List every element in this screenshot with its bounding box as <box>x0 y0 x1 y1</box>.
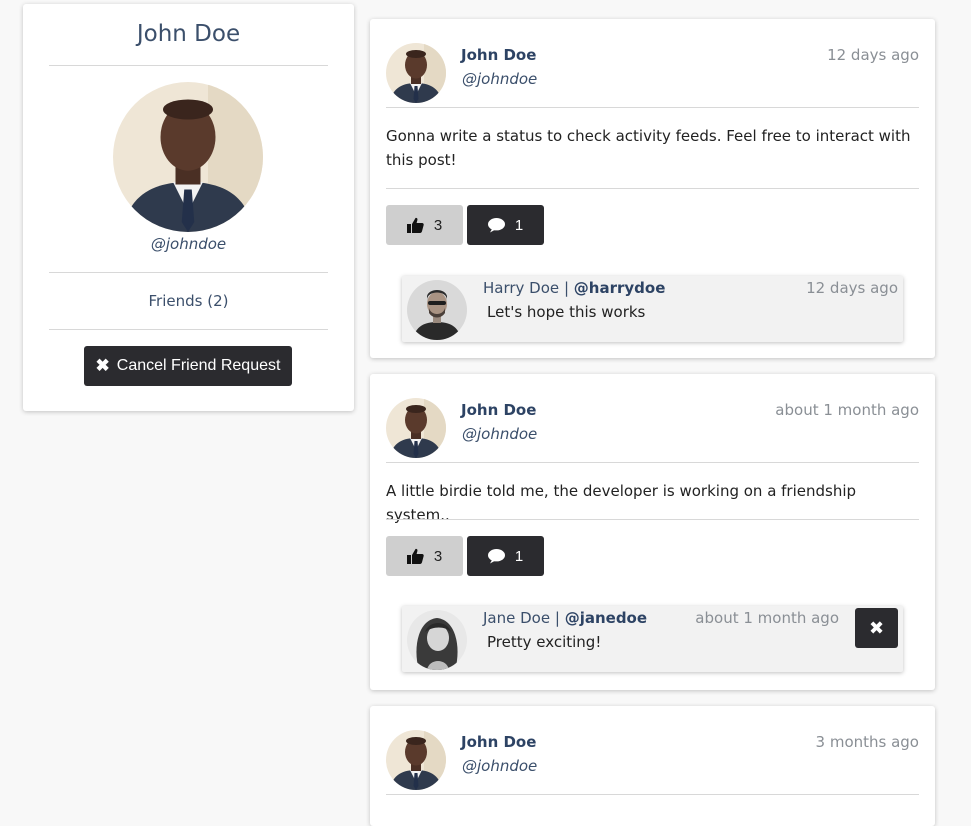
divider <box>49 65 328 66</box>
times-icon: ✖ <box>95 356 110 375</box>
post-card: John Doe @johndoe 3 months ago <box>370 706 935 826</box>
post-body: Gonna write a status to check activity f… <box>386 127 911 169</box>
divider <box>386 462 919 463</box>
comment-button[interactable]: 1 <box>467 536 544 576</box>
post-author-avatar[interactable] <box>386 398 446 458</box>
name-separator: | <box>554 609 560 627</box>
comment-timestamp: 12 days ago <box>806 279 898 297</box>
speech-bubble-icon <box>487 217 505 232</box>
post-timestamp: 3 months ago <box>815 733 919 751</box>
post-timestamp: about 1 month ago <box>775 401 919 419</box>
comment-count: 1 <box>514 547 524 565</box>
like-button[interactable]: 3 <box>386 536 463 576</box>
commenter-handle: @harrydoe <box>573 279 666 297</box>
commenter-avatar[interactable] <box>407 610 467 670</box>
post-author-name[interactable]: John Doe <box>461 46 536 64</box>
commenter-avatar[interactable] <box>407 280 467 340</box>
divider <box>386 107 919 108</box>
cancel-friend-request-label: Cancel Friend Request <box>116 357 281 374</box>
divider <box>49 272 328 273</box>
commenter-name[interactable]: Jane Doe | @janedoe <box>483 609 647 627</box>
comment-count: 1 <box>514 216 524 234</box>
profile-avatar <box>113 82 263 232</box>
comment-button[interactable]: 1 <box>467 205 544 245</box>
profile-name: John Doe <box>136 21 241 47</box>
like-count: 3 <box>433 216 443 234</box>
times-icon: ✖ <box>868 617 885 639</box>
divider <box>49 329 328 330</box>
comment-item: Jane Doe | @janedoe Pretty exciting! abo… <box>402 606 903 672</box>
post-author-name[interactable]: John Doe <box>461 733 536 751</box>
post-card: John Doe @johndoe 12 days ago Gonna writ… <box>370 19 935 358</box>
post-author-name[interactable]: John Doe <box>461 401 536 419</box>
commenter-display-name: Harry Doe <box>483 279 560 297</box>
profile-handle: @johndoe <box>150 235 227 253</box>
commenter-display-name: Jane Doe <box>483 609 551 627</box>
comment-text: Let's hope this works <box>487 303 646 321</box>
post-timestamp: 12 days ago <box>827 46 919 64</box>
post-author-handle: @johndoe <box>462 70 538 88</box>
post-author-avatar[interactable] <box>386 730 446 790</box>
thumbs-up-icon <box>406 217 424 233</box>
commenter-name[interactable]: Harry Doe | @harrydoe <box>483 279 665 297</box>
post-author-avatar[interactable] <box>386 43 446 103</box>
divider <box>386 794 919 795</box>
like-button[interactable]: 3 <box>386 205 463 245</box>
comment-item: Harry Doe | @harrydoe Let's hope this wo… <box>402 276 903 342</box>
divider <box>386 188 919 189</box>
friends-link[interactable]: Friends (2) <box>23 292 354 310</box>
comment-text: Pretty exciting! <box>487 633 602 651</box>
speech-bubble-icon <box>487 548 505 563</box>
comment-timestamp: about 1 month ago <box>695 609 839 627</box>
commenter-handle: @janedoe <box>564 609 648 627</box>
divider <box>386 519 919 520</box>
thumbs-up-icon <box>406 548 424 564</box>
cancel-friend-request-button[interactable]: ✖ Cancel Friend Request <box>84 346 292 386</box>
profile-card: John Doe @johndoe Friends (2) ✖ Cancel F… <box>23 4 354 411</box>
post-card: John Doe @johndoe about 1 month ago A li… <box>370 374 935 690</box>
name-separator: | <box>563 279 569 297</box>
like-count: 3 <box>433 547 443 565</box>
delete-comment-button[interactable]: ✖ <box>855 608 898 648</box>
post-author-handle: @johndoe <box>462 425 538 443</box>
post-author-handle: @johndoe <box>462 757 538 775</box>
